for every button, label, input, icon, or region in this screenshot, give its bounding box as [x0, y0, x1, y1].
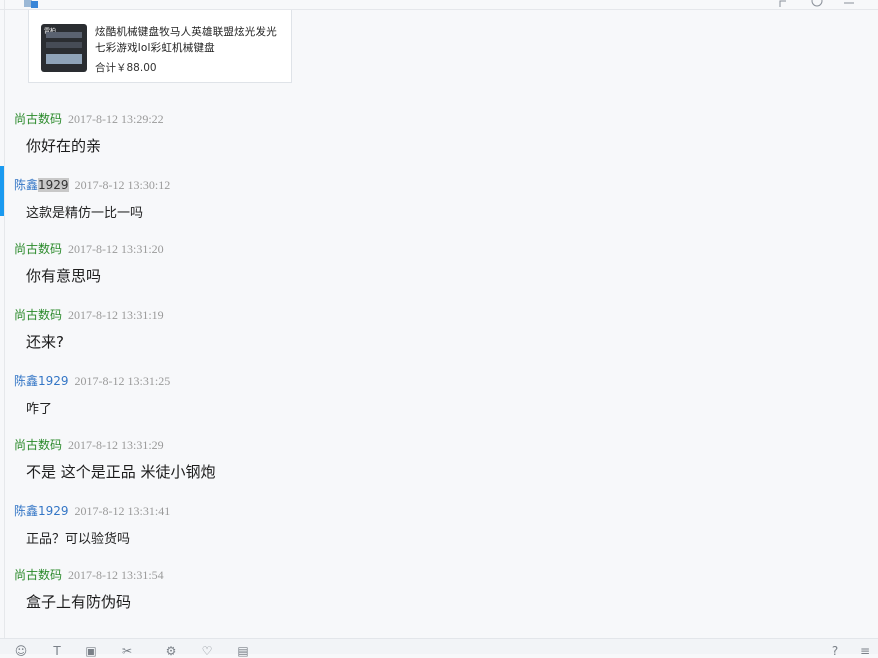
- heart-icon[interactable]: ♡: [200, 645, 214, 657]
- message-item: 陈鑫1929 2017-8-12 13:31:41 正品？可以验货吗: [0, 500, 878, 564]
- message-item: 尚古数码 2017-8-12 13:31:19 还来?: [0, 304, 878, 370]
- message-item: 尚古数码 2017-8-12 13:31:29 不是 这个是正品 米徒小钢炮: [0, 434, 878, 500]
- message-meta: 尚古数码 2017-8-12 13:31:29: [14, 438, 164, 452]
- message-meta: 陈鑫1929 2017-8-12 13:31:25: [14, 374, 170, 388]
- sender-name[interactable]: 尚古数码: [14, 112, 62, 126]
- image-icon[interactable]: ▣: [84, 645, 98, 657]
- message-text: 不是 这个是正品 米徒小钢炮: [26, 463, 216, 481]
- message-time: 2017-8-12 13:29:22: [68, 112, 164, 126]
- message-meta: 尚古数码 2017-8-12 13:31:54: [14, 568, 164, 582]
- message-item: 尚古数码 2017-8-12 13:31:20 你有意思吗: [0, 238, 878, 304]
- emoji-icon[interactable]: ☺: [14, 645, 28, 657]
- message-time: 2017-8-12 13:31:20: [68, 242, 164, 256]
- top-toolbar: [778, 0, 856, 7]
- message-item: 尚古数码 2017-8-12 13:31:54 盒子上有防伪码: [0, 564, 878, 630]
- message-time: 2017-8-12 13:31:19: [68, 308, 164, 322]
- message-time: 2017-8-12 13:31:41: [74, 504, 171, 518]
- message-time: 2017-8-12 13:31:25: [74, 374, 171, 388]
- sender-name[interactable]: 尚古数码: [14, 438, 62, 452]
- sender-name[interactable]: 陈鑫1929: [14, 178, 69, 192]
- message-time: 2017-8-12 13:30:12: [74, 178, 171, 192]
- sender-name[interactable]: 陈鑫1929: [14, 374, 69, 388]
- sender-name[interactable]: 尚古数码: [14, 568, 62, 582]
- sender-name[interactable]: 陈鑫1929: [14, 504, 69, 518]
- message-text: 还来?: [26, 333, 64, 351]
- help-icon[interactable]: ?: [828, 645, 842, 657]
- message-list: 尚古数码 2017-8-12 13:29:22 你好在的亲 陈鑫1929 2017-…: [0, 108, 878, 630]
- message-meta: 尚古数码 2017-8-12 13:31:19: [14, 308, 164, 322]
- refresh-icon[interactable]: [810, 0, 824, 7]
- message-item: 尚古数码 2017-8-12 13:29:22 你好在的亲: [0, 108, 878, 174]
- message-time: 2017-8-12 13:31:54: [68, 568, 164, 582]
- sender-name[interactable]: 尚古数码: [14, 242, 62, 256]
- message-meta: 陈鑫1929 2017-8-12 13:30:12: [14, 178, 170, 192]
- sender-highlight: 1929: [38, 178, 69, 192]
- shake-icon[interactable]: ⚙: [164, 645, 178, 657]
- message-item: 陈鑫1929 2017-8-12 13:30:12 这款是精仿一比一吗: [0, 166, 878, 238]
- history-icon[interactable]: ▤: [236, 645, 250, 657]
- product-card[interactable]: 雷柏 炫酷机械键盘牧马人英雄联盟炫光发光七彩游戏lol彩虹机械键盘 合计￥88.…: [28, 10, 292, 83]
- message-meta: 陈鑫1929 2017-8-12 13:31:41: [14, 504, 170, 518]
- window-icon[interactable]: [22, 0, 40, 8]
- input-toolbar: ☺ T ▣ ✂ ⚙ ♡ ▤ ? ≡: [0, 638, 878, 657]
- sender-name[interactable]: 尚古数码: [14, 308, 62, 322]
- active-indicator: [0, 166, 4, 216]
- message-meta: 尚古数码 2017-8-12 13:29:22: [14, 112, 164, 126]
- product-total: 合计￥88.00: [95, 62, 157, 74]
- font-icon[interactable]: T: [50, 645, 64, 657]
- message-text: 盒子上有防伪码: [26, 593, 132, 611]
- message-text: 咋了: [26, 402, 53, 417]
- message-text: 这款是精仿一比一吗: [26, 206, 144, 221]
- message-time: 2017-8-12 13:31:29: [68, 438, 164, 452]
- message-meta: 尚古数码 2017-8-12 13:31:20: [14, 242, 164, 256]
- scissors-icon[interactable]: ✂: [120, 645, 134, 657]
- product-title[interactable]: 炫酷机械键盘牧马人英雄联盟炫光发光七彩游戏lol彩虹机械键盘: [95, 24, 281, 56]
- message-item: 陈鑫1929 2017-8-12 13:31:25 咋了: [0, 370, 878, 434]
- product-thumbnail[interactable]: 雷柏: [41, 24, 87, 72]
- chat-window: 雷柏 炫酷机械键盘牧马人英雄联盟炫光发光七彩游戏lol彩虹机械键盘 合计￥88.…: [0, 0, 878, 657]
- menu-icon[interactable]: [842, 0, 856, 6]
- message-text: 你好在的亲: [26, 137, 102, 155]
- message-text: 正品？可以验货吗: [26, 532, 131, 547]
- share-icon[interactable]: [778, 0, 792, 7]
- menu-icon[interactable]: ≡: [858, 645, 872, 657]
- message-text: 你有意思吗: [26, 267, 102, 285]
